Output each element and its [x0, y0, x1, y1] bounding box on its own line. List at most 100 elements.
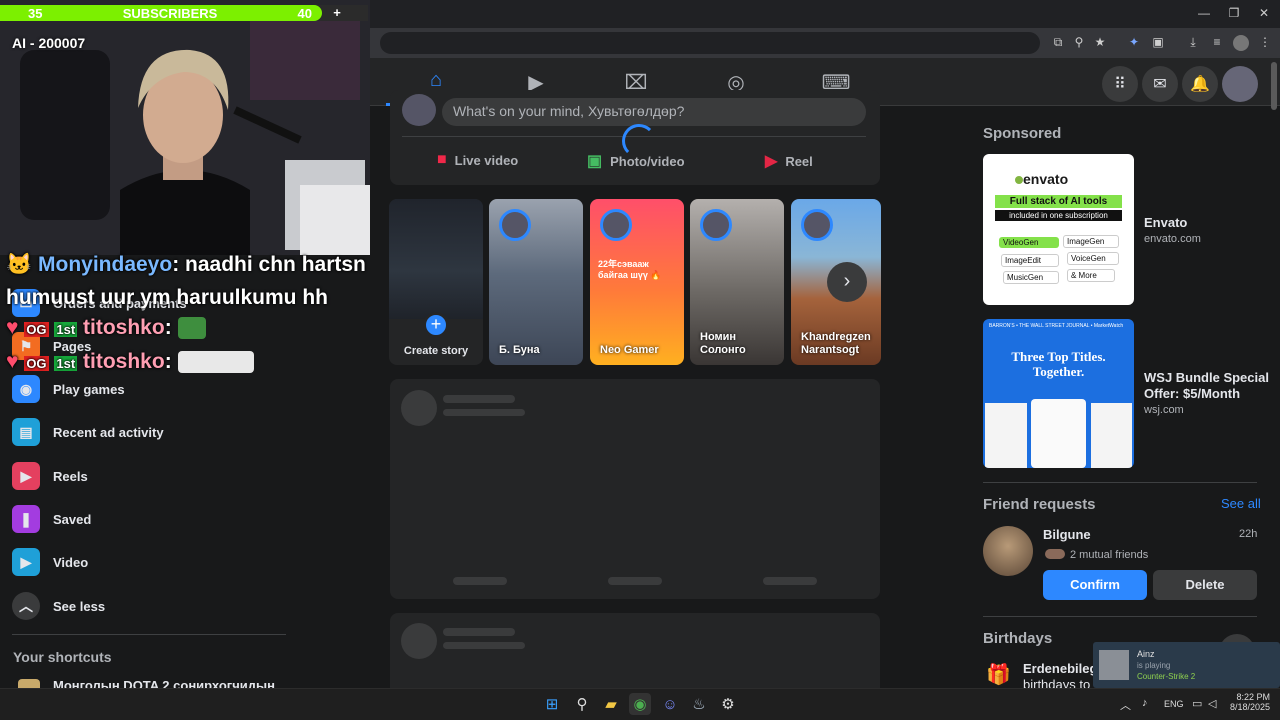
- mic-icon[interactable]: ♪: [1142, 697, 1148, 709]
- ad-title[interactable]: Envato: [1144, 215, 1187, 230]
- request-time: 22h: [1239, 528, 1258, 540]
- sidebar-item-reels[interactable]: ▶ Reels: [12, 458, 88, 494]
- story-card[interactable]: 22年сэвааж байгаа шүү 🔥 Neo Gamer: [590, 199, 684, 365]
- envato-brand: envato: [1023, 171, 1069, 187]
- discord-icon[interactable]: ☺: [659, 693, 681, 715]
- live-icon: ■: [437, 151, 447, 168]
- sponsored-title: Sponsored: [983, 125, 1062, 142]
- live-video-button[interactable]: ■ Live video: [437, 151, 518, 169]
- tray-chevron-icon[interactable]: ︿: [1120, 697, 1131, 713]
- envato-tag: ImageEdit: [1001, 254, 1059, 267]
- envato-sub: included in one subscription: [995, 210, 1122, 221]
- bookmark-icon: ❚: [12, 505, 40, 533]
- og-badge-icon: OG: [24, 322, 49, 337]
- friend-name[interactable]: Bilgune: [1043, 527, 1091, 542]
- birthday-name[interactable]: Erdenebileg: [1023, 661, 1097, 676]
- bookmark-star-icon[interactable]: ★: [1092, 35, 1108, 49]
- search-icon[interactable]: ⚲: [571, 693, 593, 715]
- envato-tag: MusicGen: [1003, 271, 1059, 284]
- story-card[interactable]: Б. Буна: [489, 199, 583, 365]
- restore-icon[interactable]: ❐: [1226, 6, 1242, 20]
- chat-emote: 🐱: [6, 253, 33, 276]
- composer-input[interactable]: What's on your mind, Хувьтөгөлдөр?: [442, 98, 866, 126]
- minimize-icon[interactable]: —: [1196, 6, 1212, 20]
- profile-avatar[interactable]: [1233, 35, 1249, 51]
- story-name: Номин Солонго: [700, 331, 746, 356]
- sidebar-item-ad-activity[interactable]: ▤ Recent ad activity: [12, 414, 164, 450]
- messenger-icon: ✉: [1153, 76, 1167, 93]
- story-name: Б. Буна: [499, 344, 540, 356]
- confirm-button[interactable]: Confirm: [1043, 570, 1147, 600]
- loading-spinner: [622, 124, 656, 158]
- extension-icon[interactable]: ✦: [1126, 35, 1142, 49]
- story-overlay-text: 22年сэвааж байгаа шүү 🔥: [598, 259, 662, 280]
- notifications-button[interactable]: 🔔: [1182, 66, 1218, 102]
- clock-date: 8/18/2025: [1229, 702, 1270, 712]
- delete-button[interactable]: Delete: [1153, 570, 1257, 600]
- scrollbar-thumb[interactable]: [1271, 62, 1277, 110]
- heart-badge-icon: ♥: [6, 350, 19, 373]
- envato-leaf-icon: [1015, 176, 1023, 184]
- menu-icon[interactable]: ⋮: [1257, 35, 1273, 49]
- sidebar-item-video[interactable]: ▶ Video: [12, 544, 88, 580]
- reel-button[interactable]: ▶ Reel: [765, 151, 813, 171]
- puzzle-icon[interactable]: ▣: [1150, 35, 1166, 49]
- gift-icon: 🎁: [986, 664, 1011, 686]
- steam-icon[interactable]: ♨: [688, 693, 710, 715]
- messenger-button[interactable]: ✉: [1142, 66, 1178, 102]
- wsj-phone: [985, 403, 1027, 468]
- skeleton-line: [443, 409, 525, 416]
- reading-list-icon[interactable]: ≡: [1209, 35, 1225, 49]
- address-bar[interactable]: [380, 32, 1040, 54]
- zoom-icon[interactable]: ⚲: [1071, 35, 1087, 49]
- app-icon[interactable]: ⚙: [717, 693, 739, 715]
- reel-label: Reel: [785, 153, 813, 169]
- wsj-phone: [1091, 403, 1132, 468]
- pepe-emote: [177, 317, 206, 340]
- cast-icon[interactable]: ⧉: [1050, 35, 1066, 50]
- chrome-icon[interactable]: ◉: [629, 693, 651, 715]
- wsj-ad-image[interactable]: BARRON'S • THE WALL STREET JOURNAL • Mar…: [983, 319, 1134, 468]
- chat-message: ♥ OG 1st titoshko:: [6, 350, 254, 374]
- mutual-avatars: [1045, 549, 1065, 559]
- plus-icon: +: [423, 312, 449, 338]
- friend-avatar[interactable]: [983, 526, 1033, 576]
- story-card[interactable]: Номин Солонго: [690, 199, 784, 365]
- see-all-link[interactable]: See all: [1221, 496, 1261, 511]
- mutual-friends: 2 mutual friends: [1070, 549, 1149, 561]
- chat-message: ♥ OG 1st titoshko:: [6, 316, 206, 340]
- gamepad-icon: ◉: [12, 375, 40, 403]
- language-indicator[interactable]: ENG: [1164, 699, 1184, 709]
- envato-tag: & More: [1067, 269, 1115, 282]
- windows-start-icon[interactable]: ⊞: [541, 693, 563, 715]
- stories-next-button[interactable]: ›: [827, 262, 867, 302]
- sidebar-item-label: Play games: [53, 381, 125, 397]
- plus-icon: +: [333, 5, 341, 20]
- first-badge-icon: 1st: [54, 356, 78, 371]
- sidebar-see-less[interactable]: ︿ See less: [12, 588, 105, 624]
- sidebar-item-play-games[interactable]: ◉ Play games: [12, 371, 125, 407]
- network-icon[interactable]: ▭: [1192, 697, 1202, 710]
- sidebar-item-saved[interactable]: ❚ Saved: [12, 501, 91, 537]
- file-explorer-icon[interactable]: ▰: [600, 693, 622, 715]
- divider: [983, 616, 1257, 617]
- download-icon[interactable]: ⤓: [1185, 35, 1201, 50]
- chevron-up-icon: ︿: [12, 592, 40, 620]
- skeleton-line: [443, 395, 515, 403]
- menu-grid-button[interactable]: ⠿: [1102, 66, 1138, 102]
- skeleton-line: [443, 628, 515, 636]
- post-skeleton: [390, 613, 880, 688]
- divider: [983, 482, 1257, 483]
- divider: [12, 634, 286, 635]
- envato-ad-image[interactable]: envato Full stack of AI tools included i…: [983, 154, 1134, 305]
- create-story-card[interactable]: + Create story: [389, 199, 483, 365]
- story-name: Khandregzen Narantsogt: [801, 331, 871, 356]
- og-badge-icon: OG: [24, 356, 49, 371]
- sidebar-item-label: Saved: [53, 511, 92, 527]
- close-icon[interactable]: ✕: [1256, 6, 1272, 20]
- volume-icon[interactable]: ◁: [1208, 697, 1216, 710]
- ad-title[interactable]: WSJ Bundle Special Offer: $5/Month: [1144, 370, 1269, 402]
- steam-notification[interactable]: Ainz is playing Counter-Strike 2: [1093, 642, 1280, 688]
- account-avatar[interactable]: [1222, 66, 1258, 102]
- clock[interactable]: 8:22 PM 8/18/2025: [1226, 692, 1270, 712]
